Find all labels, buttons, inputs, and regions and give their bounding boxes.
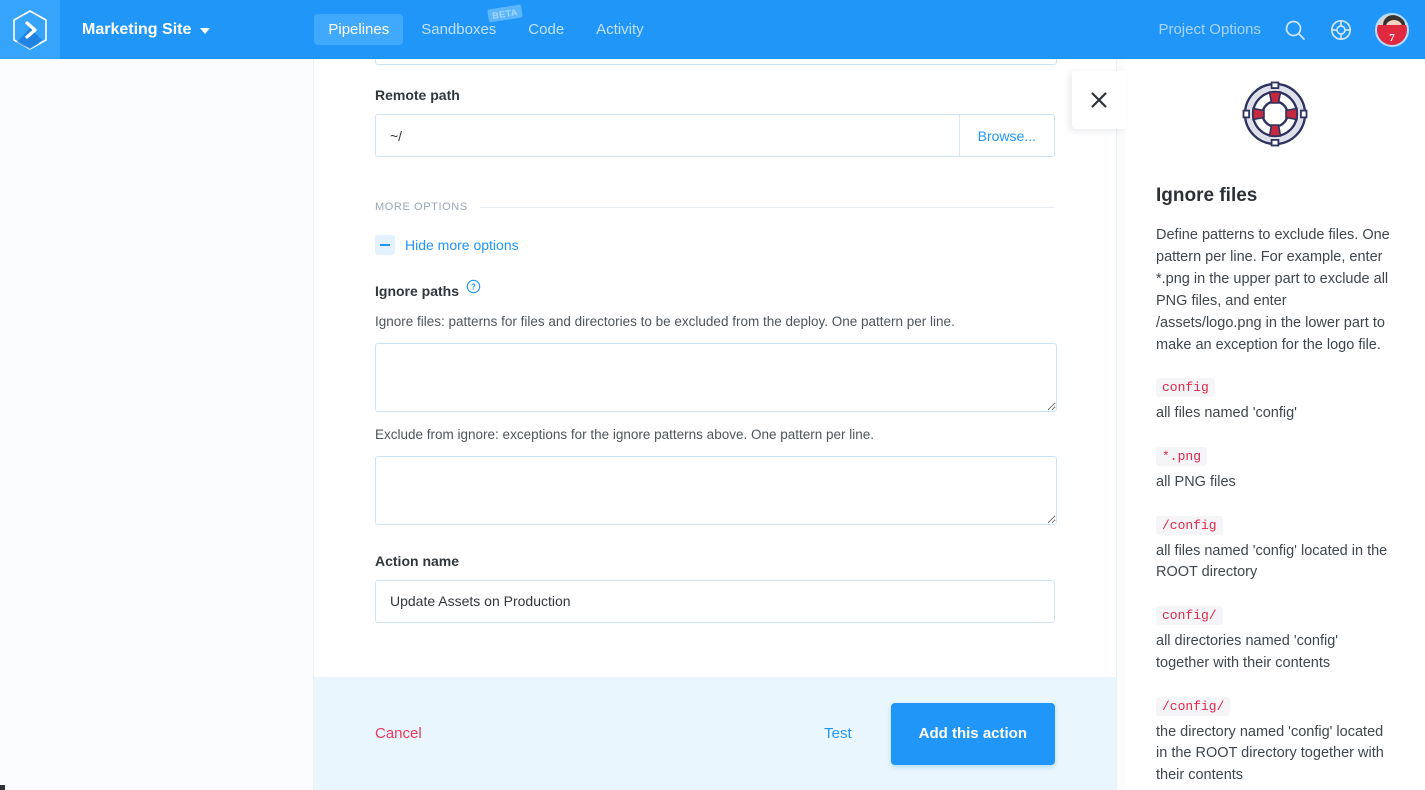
top-navigation-bar: Marketing Site Pipelines Sandboxes BETA … <box>0 0 1425 59</box>
nav-label: Activity <box>596 21 644 38</box>
action-name-input[interactable] <box>376 580 1054 622</box>
pattern-description: all PNG files <box>1156 473 1236 490</box>
cancel-button[interactable]: Cancel <box>375 725 422 742</box>
separator-line <box>479 206 1055 208</box>
help-entry: /config all files named 'config' located… <box>1156 515 1394 585</box>
avatar-jersey-number: 7 <box>1389 31 1395 44</box>
help-entry: config all files named 'config' <box>1156 378 1394 425</box>
main-nav: Pipelines Sandboxes BETA Code Activity <box>314 4 658 45</box>
form-footer: Cancel Test Add this action <box>314 677 1116 790</box>
app-logo[interactable] <box>0 0 60 59</box>
pattern-description: all directories named 'config' together … <box>1156 633 1339 671</box>
nav-item-activity[interactable]: Activity <box>582 14 658 45</box>
avatar[interactable]: 7 <box>1375 12 1409 47</box>
ignore-files-helper: Ignore files: patterns for files and dir… <box>375 314 955 329</box>
test-button[interactable]: Test <box>824 725 852 742</box>
help-entry: *.png all PNG files <box>1156 446 1394 494</box>
topbar-right-group: Project Options 7 <box>1158 12 1425 47</box>
help-entry: /config/ the directory named 'config' lo… <box>1156 696 1394 787</box>
previous-field-clipped[interactable] <box>375 59 1057 65</box>
action-settings-panel: Remote path Browse... MORE OPTIONS Hide … <box>313 59 1117 790</box>
exclude-patterns-textarea[interactable] <box>375 455 1057 525</box>
project-name-label: Marketing Site <box>82 20 192 38</box>
ignore-paths-label: Ignore paths ? <box>375 279 1055 299</box>
hide-more-options-label: Hide more options <box>405 237 519 253</box>
nav-item-sandboxes[interactable]: Sandboxes BETA <box>407 4 524 45</box>
app-root: Marketing Site Pipelines Sandboxes BETA … <box>0 0 1425 790</box>
action-name-label: Action name <box>375 553 1055 569</box>
action-name-label-text: Action name <box>375 552 460 569</box>
help-title: Ignore files <box>1156 185 1258 206</box>
more-options-separator: MORE OPTIONS <box>375 201 1055 213</box>
minus-icon <box>375 235 395 255</box>
nav-label: Code <box>528 21 565 38</box>
form-body: Remote path Browse... MORE OPTIONS Hide … <box>314 87 1116 623</box>
close-panel-button[interactable] <box>1072 71 1126 129</box>
nav-label: Sandboxes <box>421 21 497 38</box>
action-name-row <box>375 579 1055 623</box>
remote-path-input[interactable] <box>376 115 959 156</box>
remote-path-label: Remote path <box>375 87 1055 103</box>
ignore-paths-label-text: Ignore paths <box>375 283 460 299</box>
pattern-description: the directory named 'config' located in … <box>1156 723 1384 784</box>
search-icon[interactable] <box>1283 18 1307 42</box>
help-intro-text: Define patterns to exclude files. One pa… <box>1156 227 1390 354</box>
pattern-code: *.png <box>1156 446 1208 466</box>
hide-more-options-toggle[interactable]: Hide more options <box>375 235 1055 255</box>
chevron-down-icon <box>200 27 211 34</box>
lifebuoy-icon <box>1242 81 1308 147</box>
ignore-patterns-textarea[interactable] <box>375 342 1057 412</box>
question-circle-icon[interactable]: ? <box>466 279 481 294</box>
help-lifebuoy-icon[interactable] <box>1329 18 1353 42</box>
remote-path-row: Browse... <box>375 114 1055 157</box>
action-name-group: Action name <box>375 553 1055 623</box>
lifebuoy-illustration <box>1156 59 1394 153</box>
pattern-description: all files named 'config' <box>1156 405 1297 422</box>
add-this-action-button[interactable]: Add this action <box>890 702 1055 765</box>
footer-actions: Test Add this action <box>824 702 1055 765</box>
project-options-button[interactable]: Project Options <box>1158 21 1261 38</box>
more-options-label: MORE OPTIONS <box>375 201 468 213</box>
corner-marker <box>0 785 5 790</box>
remote-path-label-text: Remote path <box>375 87 460 103</box>
nav-item-pipelines[interactable]: Pipelines <box>314 14 404 45</box>
help-entry: config/ all directories named 'config' t… <box>1156 606 1394 675</box>
nav-item-code[interactable]: Code <box>514 14 578 45</box>
pattern-code: /config/ <box>1156 696 1231 716</box>
pattern-description: all files named 'config' located in the … <box>1156 542 1388 581</box>
pattern-code: config/ <box>1156 606 1223 626</box>
exclude-from-ignore-helper: Exclude from ignore: exceptions for the … <box>375 426 875 442</box>
nav-label: Pipelines <box>328 21 390 38</box>
pattern-code: config <box>1156 378 1215 398</box>
chevron-hexagon-logo-icon <box>13 9 47 50</box>
help-sidebar: Ignore files Define patterns to exclude … <box>1125 59 1425 790</box>
close-icon <box>1091 92 1107 108</box>
svg-text:?: ? <box>471 283 476 292</box>
project-switcher[interactable]: Marketing Site <box>82 20 211 39</box>
browse-button[interactable]: Browse... <box>958 115 1054 156</box>
pattern-code: /config <box>1156 515 1223 535</box>
